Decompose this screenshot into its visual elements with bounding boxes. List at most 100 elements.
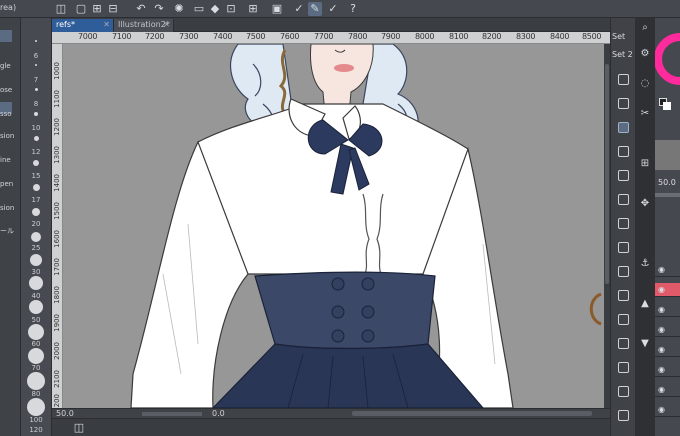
material-icon[interactable] [618,290,629,301]
save-icon[interactable]: ⊟ [106,2,120,16]
material-icon[interactable] [618,146,629,157]
new-icon[interactable]: ▢ [74,2,88,16]
close-icon[interactable]: ✕ [163,19,170,31]
layer-row[interactable]: ◉ [655,363,680,377]
subtool-label[interactable]: ール [0,226,14,236]
help-icon[interactable]: ? [346,2,360,16]
subtool-label[interactable]: sion [0,132,14,140]
color-wheel[interactable] [655,24,680,94]
ruler-tick: 2000 [53,342,61,360]
brush-dot[interactable] [34,136,39,141]
material-icon[interactable] [618,266,629,277]
eye-icon[interactable]: ◉ [658,405,665,414]
eye-icon[interactable]: ◉ [658,325,665,334]
material-icon[interactable] [618,338,629,349]
pen-icon[interactable]: ✎ [308,2,322,16]
layer-row[interactable]: ◉ [655,263,680,277]
material-icon[interactable] [618,362,629,373]
material-icon[interactable] [618,98,629,109]
open-icon[interactable]: ⊞ [90,2,104,16]
brush-dot[interactable] [29,276,43,290]
navigator-icon[interactable]: ◫ [72,421,86,435]
material-icon[interactable] [618,410,629,421]
cut-icon[interactable]: ✂ [639,108,651,120]
frame-icon[interactable]: ▣ [270,2,284,16]
horizontal-scrollbar[interactable] [352,411,592,416]
subtool-label[interactable]: sion [0,204,14,212]
layer-row[interactable]: ◉ [655,343,680,357]
brush-dot[interactable] [32,208,40,216]
subtool-label[interactable]: ose [0,86,12,94]
layer-row[interactable]: ◉ [655,383,680,397]
spinner-icon[interactable]: ✺ [172,2,186,16]
up-icon[interactable]: ▲ [639,298,651,310]
zoom-slider[interactable] [142,412,202,416]
redo-icon[interactable]: ↷ [152,2,166,16]
drawing-canvas[interactable] [63,44,604,408]
grid-icon[interactable]: ⊞ [246,2,260,16]
tab-refs[interactable]: refs* ✕ [52,19,114,32]
background-swatch[interactable] [663,102,671,110]
anchor-icon[interactable]: ⚓ [639,258,651,270]
brush-dot[interactable] [33,160,39,166]
material-icon[interactable] [618,74,629,85]
dropper-icon[interactable]: ◌ [639,78,651,90]
layer-row[interactable]: ◉ [655,403,680,417]
fill-icon[interactable]: ◆ [208,2,222,16]
brush-dot[interactable] [27,372,45,390]
zoom-value[interactable]: 50.0 [56,409,74,418]
check-icon[interactable]: ✓ [292,2,306,16]
clear-icon[interactable]: ▭ [192,2,206,16]
brush-dot[interactable] [35,40,37,42]
undo-icon[interactable]: ↶ [134,2,148,16]
subtool-label[interactable]: ine [0,156,11,164]
layer-thumbnail[interactable] [655,140,680,170]
brush-dot[interactable] [31,232,41,242]
material-icon[interactable] [618,122,629,133]
material-icon[interactable] [618,314,629,325]
brush-dot[interactable] [35,64,37,66]
material-icon[interactable] [618,218,629,229]
grid-icon[interactable]: ⊞ [639,158,651,170]
eye-icon[interactable]: ◉ [658,385,665,394]
brush-dot[interactable] [29,300,43,314]
opacity-slider[interactable] [655,193,680,197]
subtool-label[interactable]: pen [0,180,13,188]
material-icon[interactable] [618,170,629,181]
material-icon[interactable] [618,194,629,205]
layer-row[interactable]: ◉ [655,303,680,317]
check2-icon[interactable]: ✓ [326,2,340,16]
move-icon[interactable]: ✥ [639,198,651,210]
brush-dot[interactable] [28,324,44,340]
set-label[interactable]: Set [612,32,625,41]
layer-opacity[interactable]: 50.0 [658,178,676,187]
search-icon[interactable]: ⌕ [639,22,651,34]
tab-illustration2[interactable]: Illustration2* ✕ [114,19,174,32]
brush-dot[interactable] [34,112,38,116]
transform-icon[interactable]: ⊡ [224,2,238,16]
material-icon[interactable] [618,242,629,253]
brush-dot[interactable] [27,398,45,416]
material-icon[interactable] [618,386,629,397]
eye-icon[interactable]: ◉ [658,285,665,294]
selected-subtool[interactable] [0,30,12,42]
brush-dot[interactable] [28,348,44,364]
subtool-label[interactable]: gle [0,62,11,70]
rotation-value[interactable]: 0.0 [212,409,225,418]
layer-row-selected[interactable]: ◉ [655,283,680,297]
down-icon[interactable]: ▼ [639,338,651,350]
brush-dot[interactable] [30,254,42,266]
brush-dot[interactable] [35,88,38,91]
eye-icon[interactable]: ◉ [658,345,665,354]
close-icon[interactable]: ✕ [103,19,110,31]
layer-row[interactable]: ◉ [655,323,680,337]
brush-dot[interactable] [33,184,40,191]
subtool-label[interactable]: sso [0,110,12,118]
layer-icon[interactable]: ◫ [54,2,68,16]
set-label[interactable]: Set 2 [612,50,633,59]
gear-icon[interactable]: ⚙ [639,48,651,60]
eye-icon[interactable]: ◉ [658,365,665,374]
eye-icon[interactable]: ◉ [658,305,665,314]
eye-icon[interactable]: ◉ [658,265,665,274]
scroll-thumb[interactable] [605,64,609,284]
